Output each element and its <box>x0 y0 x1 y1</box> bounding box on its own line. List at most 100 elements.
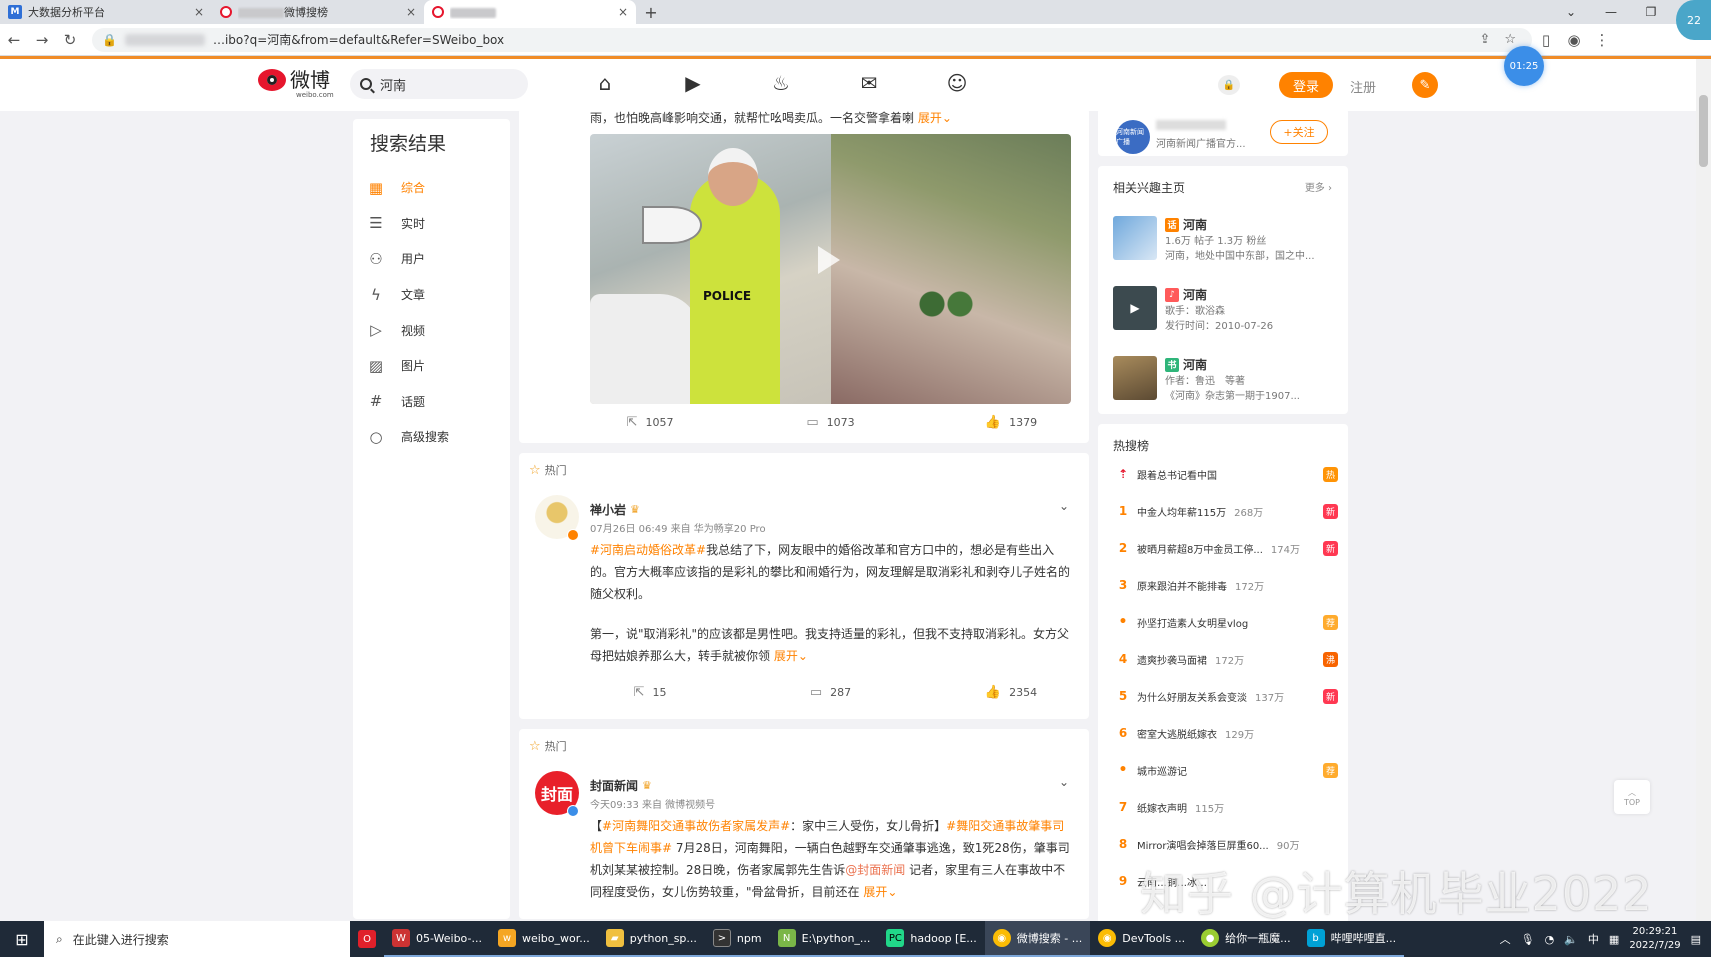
volume-icon[interactable]: 🔈 <box>1564 933 1578 946</box>
page-scrollbar[interactable] <box>1696 59 1711 921</box>
hot-search-item[interactable]: 1 中金人均年薪115万 268万 新 <box>1113 501 1338 521</box>
repost-button[interactable]: ⇱ 15 <box>590 685 710 700</box>
close-tab-icon[interactable]: × <box>406 5 416 19</box>
minimize-icon[interactable]: — <box>1591 5 1631 19</box>
mention-link[interactable]: @封面新闻 <box>845 863 905 877</box>
like-button[interactable]: 👍 2354 <box>951 685 1071 700</box>
reload-icon[interactable]: ↻ <box>56 31 84 49</box>
video-icon[interactable]: ▶ <box>680 71 706 95</box>
interest-item[interactable]: 书河南 作者：鲁迅 等著 《河南》杂志第一期于1907... <box>1113 356 1338 406</box>
browser-tab-weibo-hot[interactable]: 微博搜榜 × <box>212 0 424 24</box>
weibo-search-box[interactable] <box>350 69 528 99</box>
comment-button[interactable]: ▭ 1073 <box>771 415 891 430</box>
follow-button[interactable]: +关注 <box>1270 120 1328 144</box>
clock[interactable]: 20:29:21 2022/7/29 <box>1629 925 1680 953</box>
bookmark-star-icon[interactable]: ☆ <box>1504 32 1516 47</box>
hashtag-link[interactable]: #河南舞阳交通事故伤者家属发声# <box>602 819 790 833</box>
home-icon[interactable]: ⌂ <box>592 71 618 95</box>
taskbar-app[interactable]: ▰ python_sp... <box>597 921 705 957</box>
taskbar-app[interactable]: PC hadoop [E... <box>878 921 985 957</box>
hot-search-item[interactable]: 4 遗爽抄袭马面裙 172万 沸 <box>1113 649 1338 669</box>
repost-button[interactable]: ⇱ 1057 <box>590 415 710 430</box>
hot-search-item[interactable]: 7 纸嫁衣声明 115万 <box>1113 797 1338 817</box>
taskbar-app[interactable]: ◉ 微博搜索 - ... <box>984 921 1091 957</box>
hot-search-item[interactable]: 2 被晒月薪超8万中金员工停... 174万 新 <box>1113 538 1338 558</box>
hot-search-item[interactable]: • 城市巡游记 荐 <box>1113 760 1338 780</box>
author-name[interactable]: 禅小岩 ♛ <box>590 501 640 518</box>
tray-chevron-icon[interactable]: ︿ <box>1500 931 1511 947</box>
notification-icon[interactable]: ▤ <box>1691 933 1701 946</box>
chevron-down-icon[interactable]: ⌄ <box>1059 775 1069 789</box>
message-icon[interactable]: ✉ <box>856 71 882 95</box>
url-input[interactable]: 🔒 …ibo?q=河南&from=default&Refer=SWeibo_bo… <box>92 27 1532 52</box>
author-name[interactable]: 封面新闻 ♛ <box>590 777 652 794</box>
hot-search-item[interactable]: 6 密室大逃脱纸嫁衣 129万 <box>1113 723 1338 743</box>
scrollbar-thumb[interactable] <box>1699 95 1708 167</box>
hot-flame-icon[interactable]: ♨ <box>768 71 794 95</box>
hot-search-item[interactable]: 5 为什么好朋友关系会变淡 137万 新 <box>1113 686 1338 706</box>
interest-item[interactable]: ▶ ♪ 河南 歌手：歌浴森 发行时间：2010-07-26 <box>1113 286 1338 336</box>
interest-item[interactable]: 话河南 1.6万 帖子 1.3万 粉丝 河南，地处中国中东部，国之中... <box>1113 216 1338 266</box>
lock-icon[interactable]: 🔒 <box>1218 75 1240 95</box>
taskbar-app[interactable]: ◉ DevTools ... <box>1090 921 1194 957</box>
new-tab-button[interactable]: + <box>636 0 666 24</box>
menu-icon[interactable]: ⋮ <box>1588 31 1616 49</box>
hot-badge: 热 <box>1323 466 1338 482</box>
ime-indicator[interactable]: 中 <box>1588 931 1599 947</box>
share-icon[interactable]: ⇪ <box>1479 32 1490 47</box>
comment-button[interactable]: ▭ 287 <box>771 685 891 700</box>
sidebar-item-articles[interactable]: ϟ 文章 <box>367 277 496 313</box>
register-link[interactable]: 注册 <box>1350 77 1376 96</box>
avatar[interactable]: 河南新闻广播 <box>1116 120 1150 154</box>
sidebar-item-general[interactable]: ▦ 综合 <box>367 170 496 206</box>
close-tab-icon[interactable]: × <box>194 5 204 19</box>
expand-link[interactable]: 展开⌄ <box>774 649 808 663</box>
hot-search-item[interactable]: • 孙坚打造素人女明星vlog 荐 <box>1113 612 1338 632</box>
forward-icon[interactable]: → <box>28 31 56 49</box>
taskbar-app[interactable]: O <box>350 921 384 957</box>
taskbar-app[interactable]: ● 给你一瓶魔... <box>1193 921 1299 957</box>
keyboard-grid-icon[interactable]: ▦ <box>1609 933 1619 946</box>
assistant-icon[interactable]: 22 <box>1676 0 1711 40</box>
back-to-top-button[interactable]: ︿ TOP <box>1614 780 1650 814</box>
restore-icon[interactable]: ❐ <box>1631 5 1671 19</box>
sidebar-item-users[interactable]: ⚇ 用户 <box>367 241 496 277</box>
close-tab-icon[interactable]: × <box>618 5 628 19</box>
network-icon[interactable]: ◔ <box>1545 933 1555 946</box>
taskbar-app[interactable]: b 哔哩哔哩直... <box>1298 921 1405 957</box>
more-link[interactable]: 更多 › <box>1305 179 1332 194</box>
weibo-logo[interactable]: 微博 weibo.com <box>258 69 334 99</box>
profile-user-icon[interactable]: ☺ <box>944 71 970 95</box>
expand-link[interactable]: 展开⌄ <box>918 111 952 125</box>
windows-start-icon[interactable]: ⊞ <box>0 921 44 957</box>
profile-icon[interactable]: ◉ <box>1560 31 1588 49</box>
tab-search-icon[interactable]: ⌄ <box>1551 5 1591 19</box>
taskbar-app[interactable]: > npm <box>704 921 770 957</box>
chevron-down-icon[interactable]: ⌄ <box>1059 499 1069 513</box>
microphone-icon[interactable]: 🎙 <box>1521 933 1535 946</box>
sidebar-item-topics[interactable]: # 话题 <box>367 384 496 420</box>
taskbar-app[interactable]: N E:\python_... <box>769 921 879 957</box>
hashtag-link[interactable]: #河南启动婚俗改革# <box>590 543 706 557</box>
login-button[interactable]: 登录 <box>1279 72 1333 98</box>
taskbar-search[interactable]: ⌕ 在此键入进行搜索 <box>44 921 350 957</box>
search-input[interactable] <box>380 76 500 92</box>
sidebar-item-images[interactable]: ▨ 图片 <box>367 348 496 384</box>
taskbar-app[interactable]: W 05-Weibo-... <box>384 921 490 957</box>
sidebar-item-realtime[interactable]: ☰ 实时 <box>367 206 496 242</box>
taskbar-app[interactable]: w weibo_wor... <box>489 921 598 957</box>
compose-icon[interactable]: ✎ <box>1412 72 1438 98</box>
play-icon[interactable] <box>818 246 840 274</box>
sidebar-item-videos[interactable]: ▷ 视频 <box>367 312 496 348</box>
hot-search-item[interactable]: ⇡ 跟着总书记看中国 热 <box>1113 464 1338 484</box>
hot-search-item[interactable]: 3 原来跟泊并不能排毒 172万 <box>1113 575 1338 595</box>
sidepanel-icon[interactable]: ▯ <box>1532 31 1560 49</box>
like-button[interactable]: 👍 1379 <box>951 415 1071 430</box>
browser-tab-weibo-search[interactable]: × <box>424 0 636 24</box>
browser-tab-bigdata[interactable]: M 大数据分析平台 × <box>0 0 212 24</box>
hot-search-item[interactable]: 8 Mirror演唱会掉落巨屏重60... 90万 <box>1113 834 1338 854</box>
back-icon[interactable]: ← <box>0 31 28 49</box>
expand-link[interactable]: 展开⌄ <box>863 885 897 899</box>
sidebar-item-advanced-search[interactable]: ○ 高级搜索 <box>367 419 496 455</box>
post-video-thumbnail[interactable]: POLICE <box>590 134 1071 404</box>
